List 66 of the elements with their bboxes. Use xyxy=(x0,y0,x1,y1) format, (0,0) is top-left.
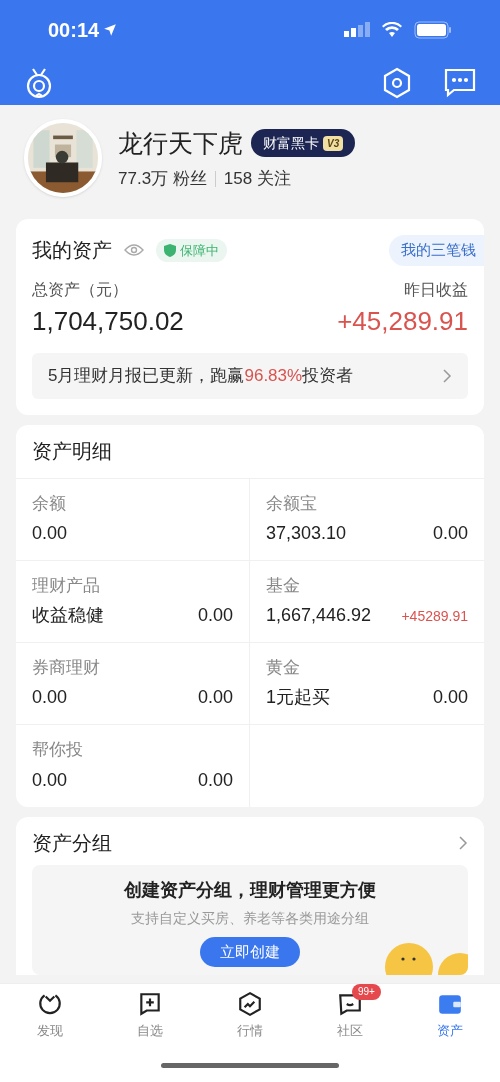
asset-label: 黄金 xyxy=(266,656,301,679)
wifi-icon xyxy=(382,22,402,38)
promo-subtitle: 支持自定义买房、养老等各类用途分组 xyxy=(131,908,369,928)
yesterday-earnings-value: +45,289.91 xyxy=(337,304,468,338)
total-assets-value: 1,704,750.02 xyxy=(32,304,184,338)
report-text: 5月理财月报已更新，跑赢96.83%投资者 xyxy=(48,364,354,387)
status-time: 00:14 xyxy=(48,18,100,43)
card-title: 资产明细 xyxy=(32,439,112,464)
battery-icon xyxy=(414,21,452,39)
asset-label: 理财产品 xyxy=(32,574,101,597)
asset-item[interactable]: 帮你投 0.00 0.00 xyxy=(16,724,250,807)
three-funds-link[interactable]: 我的三笔钱 xyxy=(389,235,484,266)
nav-tab[interactable]: 行情 xyxy=(200,984,300,1048)
card-title: 资产分组 xyxy=(32,830,112,856)
asset-value: 0.00 xyxy=(32,768,68,792)
badge-label: 财富黑卡 xyxy=(263,134,319,154)
asset-label: 基金 xyxy=(266,574,301,597)
chevron-right-icon xyxy=(442,367,452,384)
total-assets-label: 总资产（元） xyxy=(32,279,129,300)
asset-earnings: 0.00 xyxy=(197,686,233,710)
user-name: 龙行天下虎 xyxy=(118,127,243,159)
trend-hexagon-icon xyxy=(237,991,263,1018)
message-icon[interactable] xyxy=(444,67,476,98)
nav-tab[interactable]: 社区 99+ xyxy=(300,984,400,1048)
asset-value: 37,303.10 xyxy=(266,522,347,546)
asset-value: 1元起买 xyxy=(266,686,330,710)
asset-label: 帮你投 xyxy=(32,739,84,762)
asset-earnings: +45289.91 xyxy=(401,607,468,627)
protection-label: 保障中 xyxy=(180,241,219,260)
monthly-report-banner[interactable]: 5月理财月报已更新，跑赢96.83%投资者 xyxy=(32,352,468,399)
membership-badge[interactable]: 财富黑卡 V3 xyxy=(251,129,356,158)
signal-icon xyxy=(344,22,370,38)
asset-label: 余额 xyxy=(32,492,67,515)
asset-item[interactable]: 余额 0.00 xyxy=(16,478,250,561)
mascot-icon[interactable] xyxy=(24,66,54,99)
asset-value: 收益稳健 xyxy=(32,604,104,628)
asset-label: 余额宝 xyxy=(266,492,318,515)
asset-item[interactable]: 余额宝 37,303.10 0.00 xyxy=(250,478,484,561)
location-icon xyxy=(103,23,118,37)
asset-item[interactable]: 理财产品 收益稳健 0.00 xyxy=(16,560,250,643)
nav-tab[interactable]: 资产 xyxy=(400,984,500,1048)
asset-earnings: 0.00 xyxy=(197,768,233,792)
asset-value: 0.00 xyxy=(32,686,68,710)
asset-earnings: 0.00 xyxy=(432,522,468,546)
asset-earnings: 0.00 xyxy=(432,686,468,710)
nav-tab[interactable]: 发现 xyxy=(0,984,100,1048)
promo-title: 创建资产分组，理财管理更方便 xyxy=(124,878,376,902)
followers-count[interactable]: 77.3万 粉丝 xyxy=(118,166,207,192)
following-count[interactable]: 158 关注 xyxy=(223,166,291,192)
chevron-right-icon[interactable] xyxy=(458,834,468,851)
notification-badge: 99+ xyxy=(352,984,381,1000)
level-tag: V3 xyxy=(323,135,344,151)
create-button[interactable]: 立即创建 xyxy=(200,936,300,967)
asset-item[interactable]: 黄金 1元起买 0.00 xyxy=(250,642,484,725)
nav-tab[interactable]: 自选 xyxy=(100,984,200,1048)
shield-icon xyxy=(164,243,176,257)
card-title: 我的资产 xyxy=(32,238,112,264)
asset-value: 1,667,446.92 xyxy=(266,604,372,628)
asset-earnings: 0.00 xyxy=(197,604,233,628)
yesterday-earnings-label: 昨日收益 xyxy=(404,279,468,300)
settings-icon[interactable] xyxy=(382,66,412,99)
asset-label: 券商理财 xyxy=(32,656,101,679)
asset-item[interactable]: 基金 1,667,446.92 +45289.91 xyxy=(250,560,484,643)
asset-value: 0.00 xyxy=(32,522,68,546)
asset-item[interactable]: 券商理财 0.00 0.00 xyxy=(16,642,250,725)
eye-icon[interactable] xyxy=(124,243,144,258)
